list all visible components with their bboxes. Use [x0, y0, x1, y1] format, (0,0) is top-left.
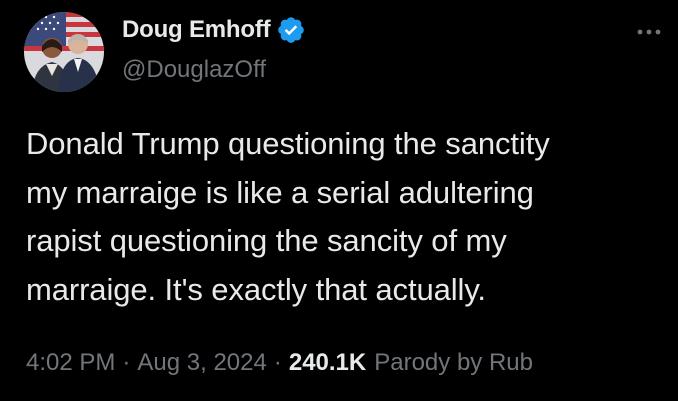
tweet-card: Doug Emhoff @DouglazOff Donald Trump que…	[0, 0, 678, 401]
tweet-meta: 4:02 PM · Aug 3, 2024 · 240.1K Parody by…	[26, 346, 533, 380]
more-options-icon[interactable]	[636, 24, 662, 40]
meta-separator: ·	[273, 349, 282, 376]
views-count[interactable]: 240.1K	[289, 349, 366, 377]
tweet-time[interactable]: 4:02 PM	[26, 349, 115, 377]
tweet-text: Donald Trump questioning the sanctity my…	[26, 126, 550, 307]
tweet-date[interactable]: Aug 3, 2024	[137, 349, 266, 377]
meta-separator: ·	[122, 349, 131, 376]
verified-badge-icon[interactable]	[276, 15, 306, 45]
avatar-image	[24, 12, 104, 92]
author-name-row: Doug Emhoff	[122, 14, 306, 46]
author-handle[interactable]: @DouglazOff	[122, 56, 266, 84]
author-display-name[interactable]: Doug Emhoff	[122, 16, 271, 44]
views-label: Parody by Rub	[374, 349, 533, 376]
author-avatar[interactable]	[24, 12, 104, 92]
